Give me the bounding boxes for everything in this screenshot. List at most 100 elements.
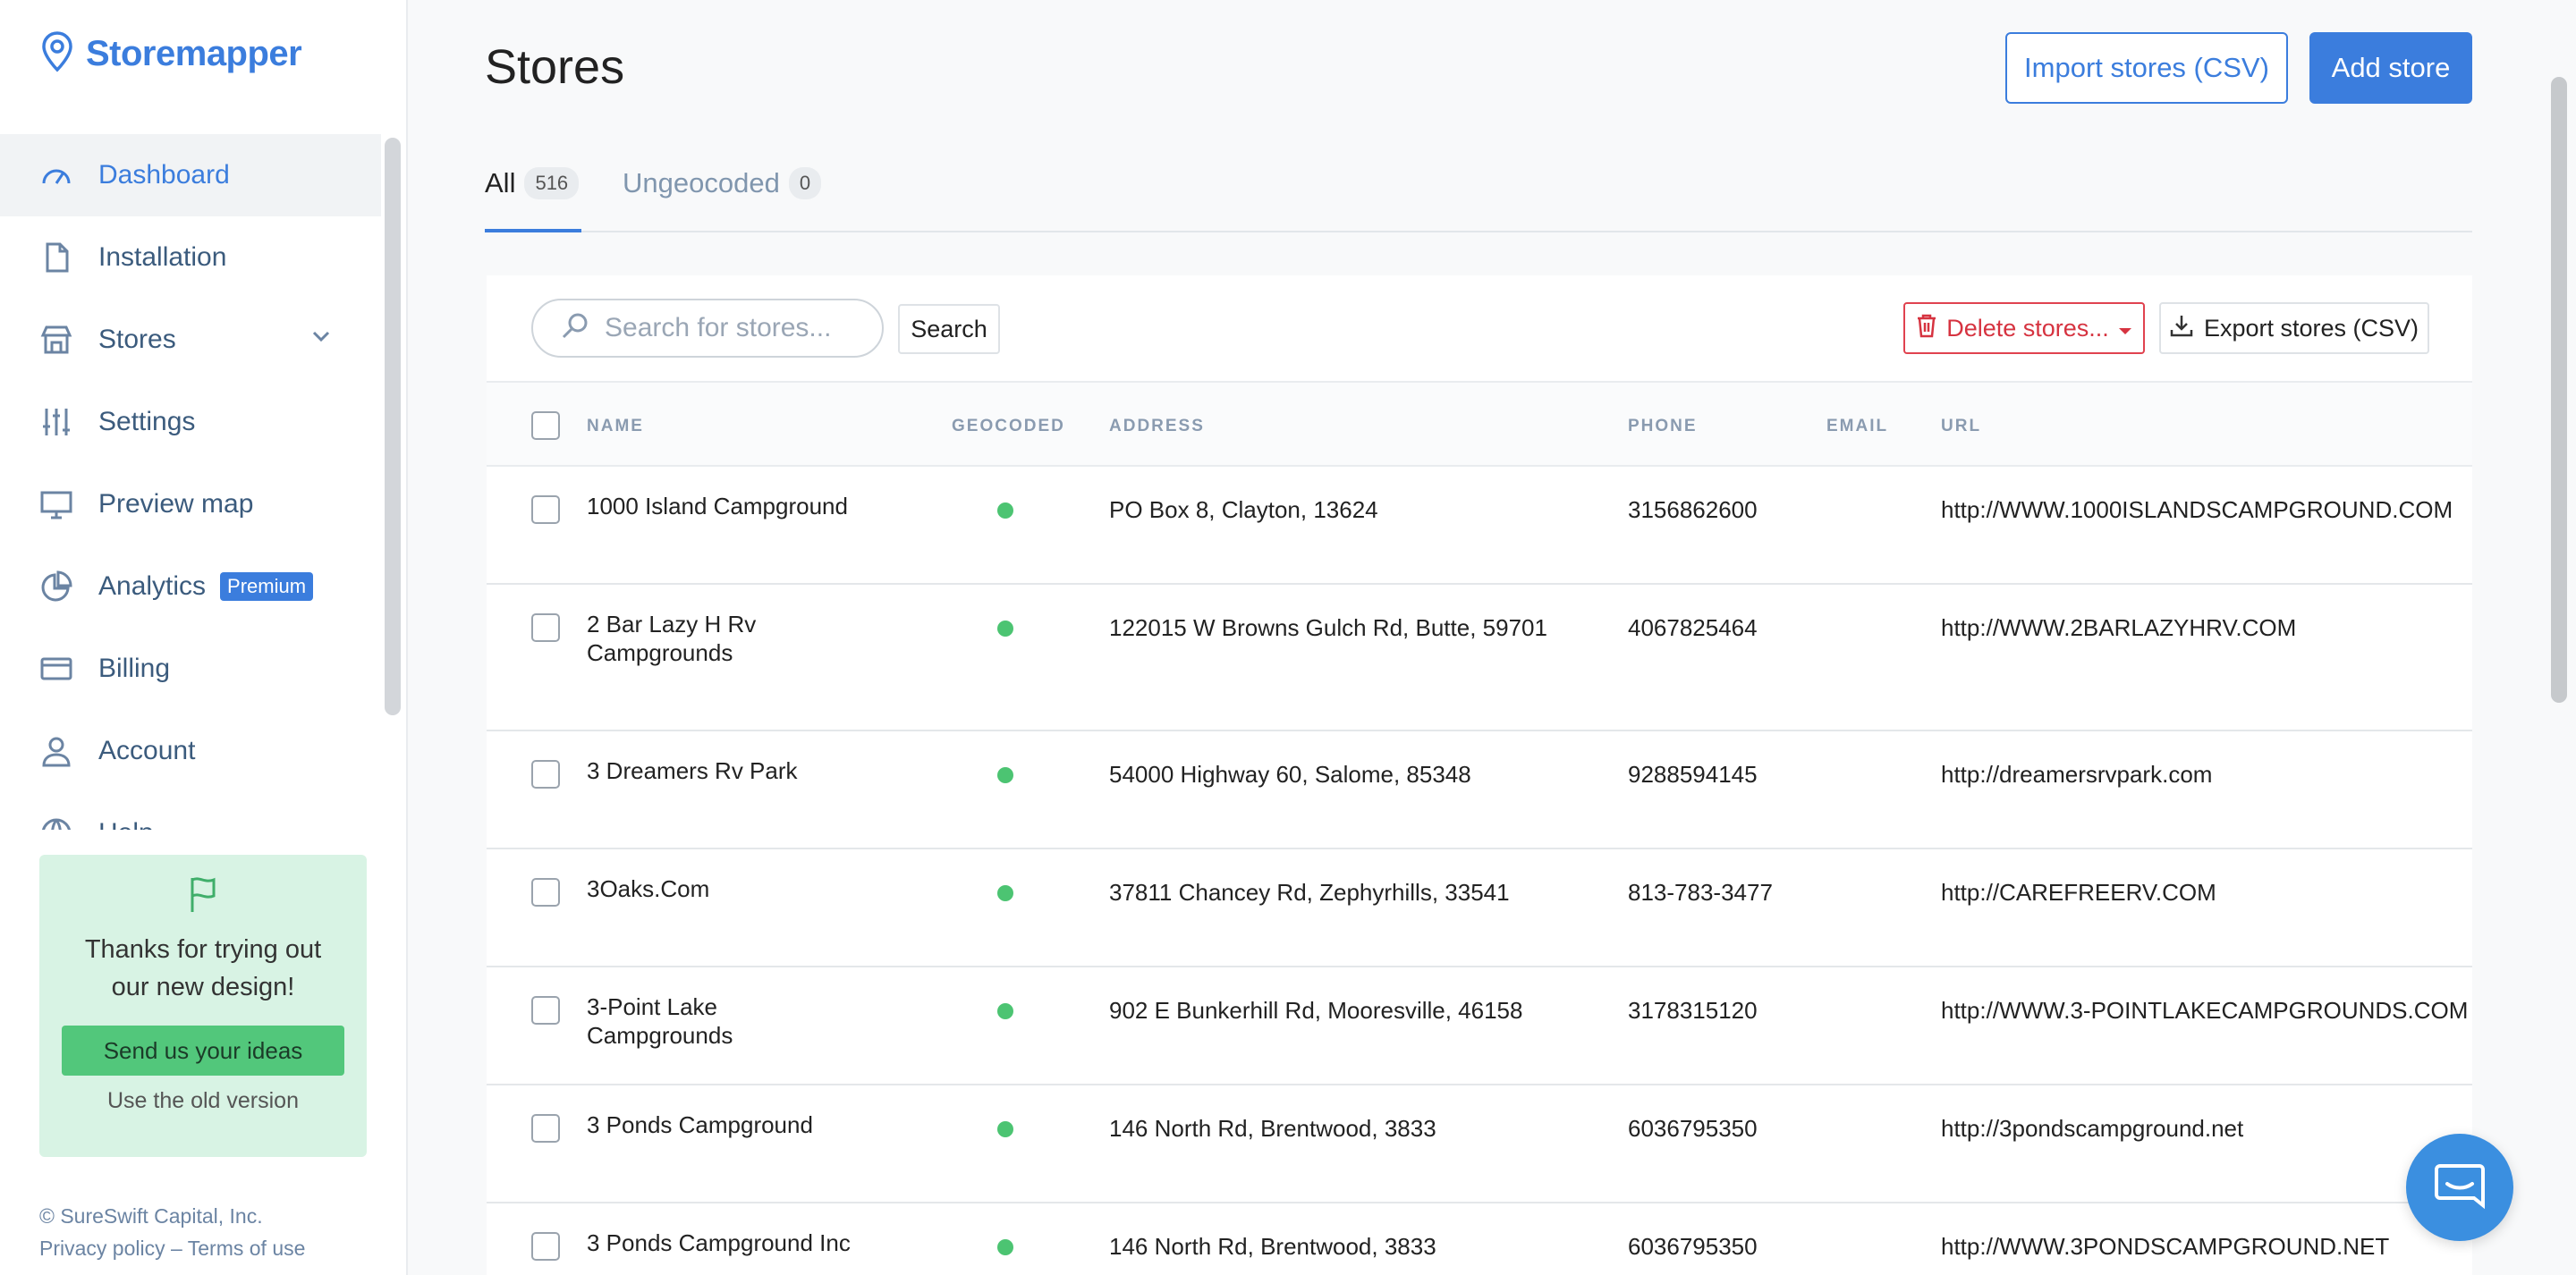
sidebar-item-label: Account bbox=[98, 736, 196, 765]
table-row[interactable]: 3 Dreamers Rv Park 54000 Highway 60, Salo… bbox=[487, 731, 2472, 849]
address-cell: 902 E Bunkerhill Rd, Mooresville, 46158 bbox=[1109, 997, 1523, 1024]
export-stores-button[interactable]: Export stores (CSV) bbox=[2159, 302, 2429, 354]
flag-icon bbox=[39, 874, 367, 918]
column-header-email[interactable]: EMAIL bbox=[1826, 417, 1888, 436]
sidebar-item-label: Installation bbox=[98, 242, 227, 272]
page-scrollbar[interactable] bbox=[2551, 77, 2567, 703]
sidebar-item-analytics[interactable]: Analytics Premium bbox=[0, 545, 381, 628]
legal-links[interactable]: Privacy policy – Terms of use bbox=[39, 1232, 305, 1264]
search-icon bbox=[560, 311, 590, 346]
sidebar-item-label: Analytics bbox=[98, 571, 207, 601]
column-header-address[interactable]: ADDRESS bbox=[1109, 417, 1205, 436]
trash-icon bbox=[1916, 313, 1937, 344]
address-cell: 54000 Highway 60, Salome, 85348 bbox=[1109, 761, 1471, 788]
row-checkbox[interactable] bbox=[531, 1232, 560, 1261]
geocoded-status-dot bbox=[997, 1121, 1013, 1137]
store-name-cell[interactable]: 2 Bar Lazy H Rv Campgrounds bbox=[587, 610, 855, 667]
sidebar-item-stores[interactable]: Stores bbox=[0, 299, 381, 381]
pie-chart-icon bbox=[39, 570, 73, 604]
row-checkbox[interactable] bbox=[531, 996, 560, 1025]
tab-ungeocoded[interactable]: Ungeocoded 0 bbox=[623, 152, 822, 215]
row-checkbox[interactable] bbox=[531, 878, 560, 907]
sidebar-item-label: Stores bbox=[98, 325, 176, 354]
column-header-phone[interactable]: PHONE bbox=[1628, 417, 1698, 436]
search-button[interactable]: Search bbox=[898, 304, 1000, 354]
address-cell: 37811 Chancey Rd, Zephyrhills, 33541 bbox=[1109, 879, 1510, 906]
sidebar-item-billing[interactable]: Billing bbox=[0, 628, 381, 710]
sidebar-item-label: Preview map bbox=[98, 489, 254, 519]
premium-badge: Premium bbox=[220, 572, 314, 601]
url-cell: http://CAREFREERV.COM bbox=[1941, 879, 2216, 906]
feedback-promo: Thanks for trying out our new design! Se… bbox=[39, 855, 367, 1157]
url-cell: http://WWW.2BARLAZYHRV.COM bbox=[1941, 614, 2297, 641]
store-name-cell[interactable]: 3 Dreamers Rv Park bbox=[587, 756, 855, 785]
sidebar-item-settings[interactable]: Settings bbox=[0, 381, 381, 463]
phone-cell: 813-783-3477 bbox=[1628, 879, 1773, 906]
export-stores-label: Export stores (CSV) bbox=[2203, 314, 2419, 342]
column-header-url[interactable]: URL bbox=[1941, 417, 1981, 436]
map-pin-icon bbox=[39, 30, 75, 78]
sidebar-item-label: Settings bbox=[98, 407, 196, 436]
geocoded-status-dot bbox=[997, 1239, 1013, 1255]
send-ideas-button[interactable]: Send us your ideas bbox=[62, 1026, 344, 1076]
table-row[interactable]: 3 Ponds Campground 146 North Rd, Brentwoo… bbox=[487, 1085, 2472, 1203]
address-cell: 146 North Rd, Brentwood, 3833 bbox=[1109, 1233, 1436, 1260]
table-row[interactable]: 3Oaks.Com 37811 Chancey Rd, Zephyrhills, … bbox=[487, 849, 2472, 967]
address-cell: 122015 W Browns Gulch Rd, Butte, 59701 bbox=[1109, 614, 1547, 641]
sidebar-item-dashboard[interactable]: Dashboard bbox=[0, 134, 381, 216]
row-checkbox[interactable] bbox=[531, 495, 560, 524]
phone-cell: 3178315120 bbox=[1628, 997, 1758, 1024]
row-checkbox[interactable] bbox=[531, 1114, 560, 1143]
search-input[interactable] bbox=[605, 313, 873, 343]
sidebar-scrollbar[interactable] bbox=[385, 138, 401, 715]
store-name-cell[interactable]: 3 Ponds Campground bbox=[587, 1110, 855, 1139]
url-cell: http://3pondscampground.net bbox=[1941, 1115, 2244, 1142]
column-header-geocoded[interactable]: GEOCODED bbox=[952, 417, 1065, 436]
column-header-name[interactable]: NAME bbox=[587, 417, 644, 436]
url-cell: http://WWW.3-POINTLAKECAMPGROUNDS.COM bbox=[1941, 997, 2469, 1024]
store-name-cell[interactable]: 1000 Island Campground bbox=[587, 492, 855, 520]
delete-stores-dropdown[interactable]: Delete stores... bbox=[1903, 302, 2145, 354]
table-row[interactable]: 3 Ponds Campground Inc 146 North Rd, Bren… bbox=[487, 1203, 2472, 1275]
store-name-cell[interactable]: 3 Ponds Campground Inc bbox=[587, 1229, 855, 1257]
sidebar-item-installation[interactable]: Installation bbox=[0, 216, 381, 299]
add-store-button[interactable]: Add store bbox=[2309, 32, 2472, 104]
sidebar-item-account[interactable]: Account bbox=[0, 710, 381, 792]
chat-launcher-button[interactable] bbox=[2406, 1134, 2513, 1241]
store-name-cell[interactable]: 3-Point Lake Campgrounds bbox=[587, 992, 855, 1050]
logo[interactable]: Storemapper bbox=[39, 30, 302, 78]
old-version-link[interactable]: Use the old version bbox=[39, 1088, 367, 1114]
tab-count-badge: 0 bbox=[788, 167, 822, 199]
table-row[interactable]: 1000 Island Campground PO Box 8, Clayton,… bbox=[487, 467, 2472, 585]
geocoded-status-dot bbox=[997, 502, 1013, 519]
tab-all[interactable]: All 516 bbox=[485, 152, 580, 215]
geocoded-status-dot bbox=[997, 1003, 1013, 1019]
url-cell: http://WWW.1000ISLANDSCAMPGROUND.COM bbox=[1941, 496, 2453, 523]
store-name-cell[interactable]: 3Oaks.Com bbox=[587, 874, 855, 903]
sidebar-item-label: Billing bbox=[98, 654, 171, 683]
geocoded-status-dot bbox=[997, 885, 1013, 901]
sidebar-item-help[interactable]: Help bbox=[0, 792, 381, 830]
tab-label: All bbox=[485, 167, 516, 198]
tab-label: Ungeocoded bbox=[623, 167, 780, 198]
row-checkbox[interactable] bbox=[531, 760, 560, 789]
phone-cell: 3156862600 bbox=[1628, 496, 1758, 523]
table-row[interactable]: 2 Bar Lazy H Rv Campgrounds 122015 W Brow… bbox=[487, 585, 2472, 731]
row-checkbox[interactable] bbox=[531, 613, 560, 642]
active-tab-indicator bbox=[485, 229, 581, 232]
sidebar-item-preview-map[interactable]: Preview map bbox=[0, 463, 381, 545]
search-box[interactable] bbox=[531, 299, 884, 358]
select-all-checkbox[interactable] bbox=[531, 411, 560, 440]
url-cell: http://WWW.3PONDSCAMPGROUND.NET bbox=[1941, 1233, 2390, 1260]
page-title: Stores bbox=[485, 40, 625, 94]
chevron-down-icon[interactable] bbox=[309, 325, 333, 355]
phone-cell: 4067825464 bbox=[1628, 614, 1758, 641]
phone-cell: 6036795350 bbox=[1628, 1233, 1758, 1260]
store-tabs: All 516 Ungeocoded 0 bbox=[485, 143, 2472, 232]
download-icon bbox=[2170, 314, 2193, 343]
url-cell: http://dreamersrvpark.com bbox=[1941, 761, 2213, 788]
import-stores-button[interactable]: Import stores (CSV) bbox=[2005, 32, 2288, 104]
user-icon bbox=[39, 734, 73, 768]
geocoded-status-dot bbox=[997, 621, 1013, 637]
table-row[interactable]: 3-Point Lake Campgrounds 902 E Bunkerhill… bbox=[487, 967, 2472, 1085]
